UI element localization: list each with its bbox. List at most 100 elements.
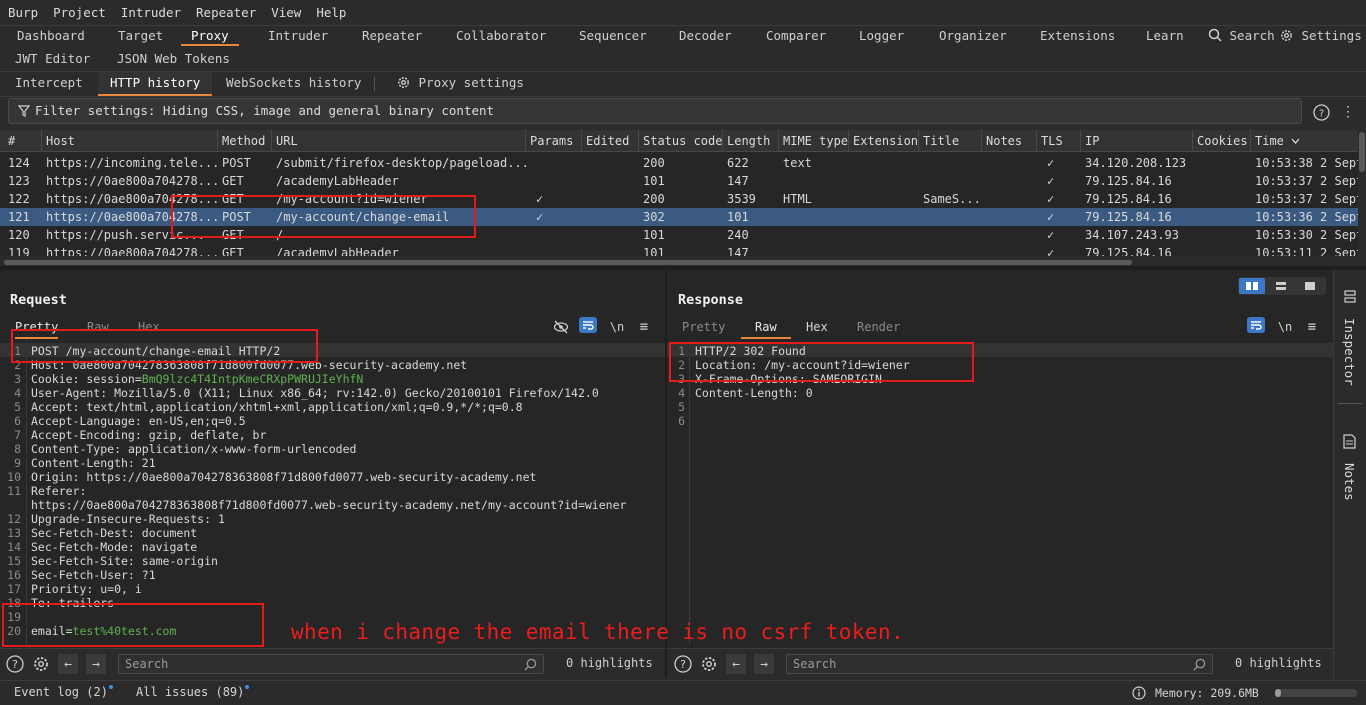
response-menu-button[interactable]: ≡ <box>1302 317 1322 337</box>
col-header-host[interactable]: Host <box>42 130 218 152</box>
request-search-next-button[interactable]: → <box>86 654 106 674</box>
cell-mime: text <box>783 156 812 170</box>
col-header-time[interactable]: Time <box>1251 130 1358 152</box>
col-header-length[interactable]: Length <box>723 130 779 152</box>
top-settings-button[interactable]: Settings <box>1279 26 1362 46</box>
cell-time: 10:53:30 2 Sept <box>1255 228 1358 242</box>
response-tab-render[interactable]: Render <box>857 319 900 339</box>
response-search-input[interactable]: Search <box>786 654 1213 674</box>
line-number: 12 <box>7 512 21 526</box>
code-line: Priority: u=0, i <box>31 582 142 596</box>
col-header-notes[interactable]: Notes <box>982 130 1037 152</box>
table-row[interactable]: 119 https://0ae800a704278... GET/academyLa… <box>0 244 1358 256</box>
tab-intruder[interactable]: Intruder <box>268 26 328 46</box>
menu-intruder[interactable]: Intruder <box>121 5 181 20</box>
tab-comparer[interactable]: Comparer <box>766 26 826 46</box>
menu-repeater[interactable]: Repeater <box>196 5 256 20</box>
col-header-extension[interactable]: Extension <box>849 130 919 152</box>
vertical-scrollbar[interactable] <box>1358 130 1366 258</box>
tab-proxy[interactable]: Proxy <box>181 26 239 46</box>
request-help-button[interactable]: ? <box>5 654 25 674</box>
chevron-down-icon <box>1291 138 1300 144</box>
all-issues-link[interactable]: All issues (89) <box>136 685 250 699</box>
horizontal-scroll-thumb[interactable] <box>4 260 1132 265</box>
tab-intercept[interactable]: Intercept <box>15 72 83 96</box>
col-header-edited[interactable]: Edited <box>582 130 639 152</box>
wrap-lines-button[interactable] <box>579 317 597 333</box>
more-options-button[interactable]: ⋮ <box>1338 102 1358 122</box>
vertical-scroll-thumb[interactable] <box>1359 132 1365 172</box>
tab-repeater[interactable]: Repeater <box>362 26 422 46</box>
response-search-prev-button[interactable]: ← <box>726 654 746 674</box>
layout-tabs-button[interactable] <box>1297 278 1323 294</box>
code-key: Accept: <box>31 400 87 414</box>
col-header-cookies[interactable]: Cookies <box>1193 130 1251 152</box>
table-row[interactable]: 124 https://incoming.tele... POST/submit/f… <box>0 154 1358 172</box>
code-value: Mozilla/5.0 (X11; Linux x86_64; rv:142.0… <box>114 386 599 400</box>
layout-stacked-button[interactable] <box>1268 278 1294 294</box>
response-show-newlines-button[interactable]: \n <box>1275 317 1295 337</box>
col-header-title[interactable]: Title <box>919 130 982 152</box>
tab-sequencer[interactable]: Sequencer <box>579 26 647 46</box>
code-value: gzip, deflate, br <box>148 428 267 442</box>
menu-help[interactable]: Help <box>316 5 346 20</box>
request-search-prev-button[interactable]: ← <box>58 654 78 674</box>
col-header-url[interactable]: URL <box>272 130 526 152</box>
response-search-settings-button[interactable] <box>699 654 719 674</box>
table-row[interactable]: 123 https://0ae800a704278... GET/academyLa… <box>0 172 1358 190</box>
tab-extensions[interactable]: Extensions <box>1040 26 1115 46</box>
request-menu-button[interactable]: ≡ <box>634 317 654 337</box>
show-newlines-button[interactable]: \n <box>607 317 627 337</box>
line-number: 5 <box>678 400 685 414</box>
tab-json-web-tokens[interactable]: JSON Web Tokens <box>117 49 230 69</box>
svg-text:?: ? <box>12 658 18 671</box>
event-log-link[interactable]: Event log (2) <box>14 685 113 699</box>
tab-http-history[interactable]: HTTP history <box>98 72 213 96</box>
response-tab-raw[interactable]: Raw <box>741 319 791 339</box>
response-wrap-lines-button[interactable] <box>1247 317 1265 333</box>
cell-params: ✓ <box>536 210 544 224</box>
cell-tls: ✓ <box>1047 192 1055 206</box>
col-header-method[interactable]: Method <box>218 130 272 152</box>
tab-jwt-editor[interactable]: JWT Editor <box>15 49 90 69</box>
tab-organizer[interactable]: Organizer <box>939 26 1007 46</box>
col-header-status[interactable]: Status code <box>639 130 723 152</box>
menu-burp[interactable]: Burp <box>8 5 38 20</box>
col-header-ip[interactable]: IP <box>1081 130 1193 152</box>
notes-tab[interactable]: Notes <box>1334 420 1366 520</box>
tab-websockets-history[interactable]: WebSockets history <box>226 72 361 96</box>
menu-view[interactable]: View <box>271 5 301 20</box>
code-key: Upgrade-Insecure-Requests: <box>31 512 218 526</box>
filter-bar[interactable]: Filter settings: Hiding CSS, image and g… <box>8 98 1302 124</box>
response-search-next-button[interactable]: → <box>754 654 774 674</box>
tab-proxy-settings[interactable]: Proxy settings <box>396 72 524 96</box>
tab-learn[interactable]: Learn <box>1146 26 1184 46</box>
line-number: 9 <box>14 456 21 470</box>
help-button[interactable]: ? <box>1311 102 1331 122</box>
cell-ip: 79.125.84.16 <box>1085 192 1172 206</box>
hide-nonprintable-button[interactable] <box>551 317 571 337</box>
col-header-id[interactable]: # <box>4 130 42 152</box>
request-editor[interactable]: 1 POST /my-account/change-email HTTP/2 2 Ho… <box>0 340 665 645</box>
response-help-button[interactable]: ? <box>673 654 693 674</box>
top-search-button[interactable]: Search <box>1208 26 1275 46</box>
response-tab-pretty[interactable]: Pretty <box>682 319 725 339</box>
inspector-tab[interactable]: Inspector <box>1334 280 1366 400</box>
col-header-params[interactable]: Params <box>526 130 582 152</box>
notification-dot <box>245 685 250 689</box>
annotation-text: when i change the email there is no csrf… <box>291 620 905 644</box>
response-editor[interactable]: 1 HTTP/2 302 Found 2 Location: /my-account?… <box>667 340 1333 645</box>
col-header-tls[interactable]: TLS <box>1037 130 1081 152</box>
menu-project[interactable]: Project <box>53 5 106 20</box>
tab-decoder[interactable]: Decoder <box>679 26 732 46</box>
col-header-mime[interactable]: MIME type <box>779 130 849 152</box>
tab-logger[interactable]: Logger <box>859 26 904 46</box>
tab-target[interactable]: Target <box>118 26 163 46</box>
tab-dashboard[interactable]: Dashboard <box>17 26 85 46</box>
response-tab-hex[interactable]: Hex <box>806 319 828 339</box>
tab-collaborator[interactable]: Collaborator <box>456 26 546 46</box>
request-search-input[interactable]: Search <box>118 654 544 674</box>
layout-side-by-side-button[interactable] <box>1239 278 1265 294</box>
request-search-settings-button[interactable] <box>31 654 51 674</box>
annotation-box-response-headers <box>669 342 974 382</box>
